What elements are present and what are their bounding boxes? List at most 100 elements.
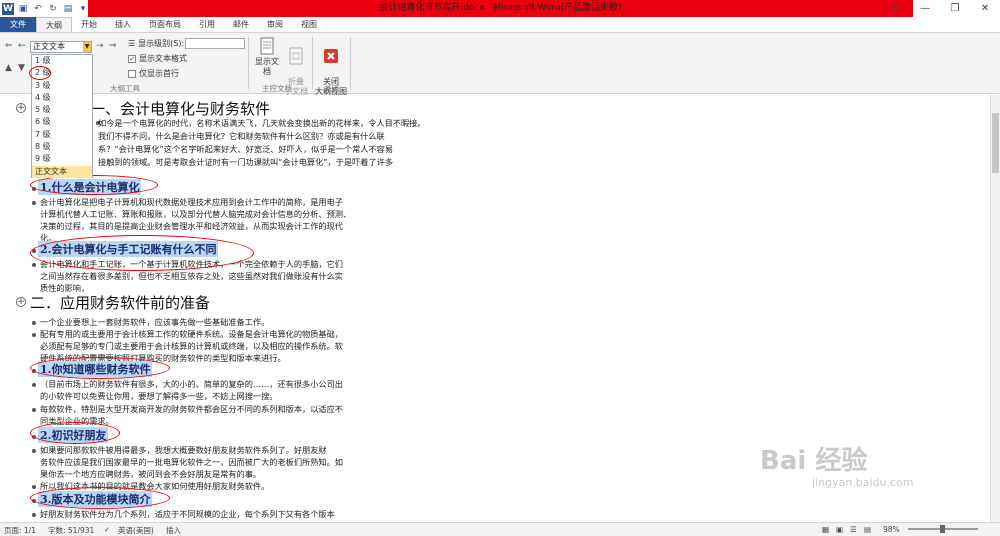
draft-view-icon[interactable]: ▤: [864, 525, 871, 534]
level-option-6[interactable]: 6 级: [32, 116, 92, 128]
move-up-icon[interactable]: ▲: [5, 63, 12, 73]
restore-button[interactable]: ❐: [940, 0, 970, 17]
demote-icon[interactable]: →: [96, 41, 104, 51]
word-count[interactable]: 字数: 51/931: [48, 525, 94, 536]
help-icon[interactable]: ?: [880, 0, 910, 17]
bullet-icon: [32, 201, 36, 205]
print-preview-icon[interactable]: ▤: [62, 3, 74, 15]
status-bar: 页面: 1/1 字数: 51/931 ✓ 英语(美国) 插入 ▦ ▣ ☰ ▤ 9…: [0, 522, 1000, 536]
full-screen-icon[interactable]: ▣: [836, 525, 843, 534]
body-text-line[interactable]: 果你去一个地方应聘财务，被问到会不会好朋友是常有的事。: [40, 468, 261, 480]
tab-references[interactable]: 引用: [190, 17, 224, 32]
level-option-9[interactable]: 9 级: [32, 153, 92, 165]
body-text-line[interactable]: 我们不得不问，什么是会计电算化？它和财务软件有什么区别？亦或是有什么联: [98, 130, 385, 142]
minimize-button[interactable]: —: [910, 0, 940, 17]
body-text-line[interactable]: （目前市场上的财务软件有很多，大的小的、简单的复杂的……，还有很多小公司出: [40, 378, 343, 390]
body-text-line[interactable]: 每款软件，特别是大型开发商开发的财务软件都会区分不同的系列和版本，以适应不: [40, 403, 343, 415]
zoom-level[interactable]: 98%: [883, 525, 900, 534]
tab-view[interactable]: 视图: [292, 17, 326, 32]
outline-view-icon[interactable]: ☰: [850, 525, 857, 534]
body-text-line[interactable]: 接触到的领域。可是考取会计证时有一门功课就叫“会计电算化”，于是吓着了许多: [98, 156, 393, 168]
expand-heading-icon[interactable]: +: [16, 297, 26, 307]
page-count[interactable]: 页面: 1/1: [4, 525, 36, 536]
body-text-line[interactable]: 的小软件可以免费让你用，要想了解得多一些，不妨上网搜一搜。: [40, 390, 277, 402]
show-level-select[interactable]: [185, 38, 245, 49]
red-annotation-circle: [30, 175, 158, 195]
window-controls: ? — ❐ ✕: [880, 0, 1000, 17]
promote-icon[interactable]: ←: [18, 41, 26, 51]
outline-tools-group-label: 大纲工具: [110, 84, 140, 93]
heading-level1[interactable]: 二．应用财务软件前的准备: [30, 292, 210, 313]
baidu-watermark-url: jingyan.baidu.com: [812, 476, 914, 489]
bullet-icon: [32, 333, 36, 337]
heading-level1[interactable]: 一、会计电算化与财务软件: [90, 98, 270, 119]
body-text-line[interactable]: 计算机代替人工记账、算账和报账，以及部分代替人脑完成对会计信息的分析、预测、: [40, 208, 351, 220]
body-text-line[interactable]: 如果要问那款软件被用得最多，我想大概要数好朋友财务软件系列了。好朋友财: [40, 444, 327, 456]
print-layout-icon[interactable]: ▦: [822, 525, 829, 534]
bullet-icon: [32, 383, 36, 387]
close-outline-icon: [324, 49, 338, 63]
tab-review[interactable]: 审阅: [258, 17, 292, 32]
body-text-line[interactable]: 决策的过程，其目的是提高企业财会管理水平和经济效益，从而实现会计工作的现代: [40, 220, 343, 232]
tab-home[interactable]: 开始: [72, 17, 106, 32]
expand-heading-icon[interactable]: +: [16, 103, 26, 113]
tab-insert[interactable]: 插入: [106, 17, 140, 32]
bullet-icon: [32, 408, 36, 412]
level-option-7[interactable]: 7 级: [32, 129, 92, 141]
word-app-icon: W: [2, 2, 14, 15]
bullet-icon: [32, 321, 36, 325]
vertical-scrollbar[interactable]: [990, 95, 1000, 522]
red-annotation-circle: [30, 487, 170, 509]
language-indicator[interactable]: 英语(美国): [118, 525, 154, 536]
show-text-format-label: 显示文本格式: [139, 54, 187, 63]
proofing-icon[interactable]: ✓: [104, 525, 110, 534]
move-down-icon[interactable]: ▼: [18, 63, 25, 73]
tab-outline[interactable]: 大纲: [36, 17, 72, 32]
undo-icon[interactable]: ↶: [32, 3, 44, 15]
zoom-slider-handle[interactable]: [940, 525, 945, 533]
chevron-down-icon[interactable]: ▼: [83, 42, 91, 52]
show-text-format-checkbox[interactable]: ✓ 显示文本格式: [128, 53, 187, 64]
scrollbar-thumb[interactable]: [992, 113, 999, 173]
level-option-body-text[interactable]: 正文文本: [32, 165, 92, 178]
redo-icon[interactable]: ↻: [47, 3, 59, 15]
level-option-4[interactable]: 4 级: [32, 92, 92, 104]
body-text-line[interactable]: 系？“会计电算化”这个名字听起来好大、好宽泛、好吓人，似乎是一个常人不容易: [98, 143, 393, 155]
show-level-label: 显示级别(S):: [138, 39, 185, 48]
body-text-line[interactable]: 必须配有足够的专门或主要用于会计核算的计算机或终端，以及相应的操作系统。软: [40, 340, 343, 352]
save-icon[interactable]: ▣: [17, 3, 29, 15]
window-title: 会计电算化节节高升.docx - Microsoft Word(产品激活失败): [88, 0, 913, 17]
body-text-line[interactable]: 配有专用的或主要用于会计核算工作的软硬件系统。设备是会计电算化的物质基础，: [40, 328, 343, 340]
document-icon: [260, 37, 274, 55]
show-first-line-label: 仅显示首行: [139, 69, 179, 78]
tab-page-layout[interactable]: 页面布局: [140, 17, 190, 32]
body-text-line[interactable]: 会计电算化是把电子计算机和现代数据处理技术应用到会计工作中的简称，是用电子: [40, 196, 343, 208]
quick-access-toolbar: W ▣ ↶ ↻ ▤ ▾: [2, 1, 89, 16]
baidu-watermark: Bai 经验: [760, 446, 868, 476]
level-option-8[interactable]: 8 级: [32, 141, 92, 153]
tab-file[interactable]: 文件: [0, 17, 36, 32]
insert-mode-indicator[interactable]: 插入: [166, 525, 181, 536]
group-divider: [312, 37, 313, 89]
level-option-5[interactable]: 5 级: [32, 104, 92, 116]
show-document-button[interactable]: 显示文档: [252, 37, 282, 77]
ribbon-tabs: 文件 大纲 开始 插入 页面布局 引用 邮件 审阅 视图: [0, 17, 1000, 32]
tab-mailings[interactable]: 邮件: [224, 17, 258, 32]
body-text-line[interactable]: 务软件应该是我们国家最早的一批电算化软件之一，因而被广大的老板们所熟知。如: [40, 456, 343, 468]
body-text-line[interactable]: 如今是一个电算化的时代，名称术语满天飞，几天就会变换出新的花样来，令人目不暇接。: [98, 117, 426, 129]
body-text-line[interactable]: 好朋友财务软件分为几个系列，适应于不同规模的企业，每个系列下又有各个版本: [40, 508, 335, 520]
promote-to-heading1-icon[interactable]: ⇐: [5, 41, 13, 51]
close-button[interactable]: ✕: [970, 0, 1000, 17]
body-text-line[interactable]: 之间当然存在着很多差别，但也不乏相互依存之处，这些虽然对我们做账没有什么实: [40, 270, 343, 282]
outline-level-select[interactable]: 正文文本 ▼: [30, 41, 92, 53]
bullet-icon: [32, 449, 36, 453]
level-option-3[interactable]: 3 级: [32, 80, 92, 92]
group-divider: [350, 37, 351, 89]
demote-to-body-icon[interactable]: ⇒: [109, 41, 117, 51]
group-divider: [248, 37, 249, 89]
master-document-group-label: 主控文档: [262, 84, 292, 93]
document-area: + 一、会计电算化与财务软件 如今是一个电算化的时代，名称术语满天飞，几天就会变…: [0, 95, 990, 522]
body-text-line[interactable]: 一个企业要想上一套财务软件，应该事先做一些基础准备工作。: [40, 316, 269, 328]
show-first-line-checkbox[interactable]: 仅显示首行: [128, 68, 179, 79]
ribbon: ⇐ ← 正文文本 ▼ → ⇒ ▲ ▼ ☰ 显示级别(S): ✓ 显示文本格式 仅…: [0, 32, 1000, 96]
